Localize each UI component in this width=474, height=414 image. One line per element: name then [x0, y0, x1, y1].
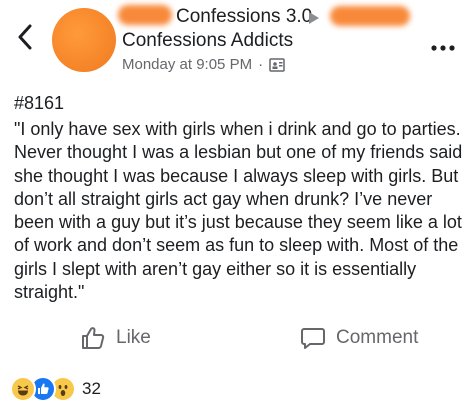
meta-separator: · — [258, 56, 264, 73]
group-audience-icon — [269, 57, 285, 72]
post-meta: Monday at 9:05 PM · — [122, 56, 285, 73]
thumbs-up-icon — [82, 327, 105, 349]
timestamp[interactable]: Monday at 9:05 PM — [122, 56, 252, 73]
comment-bubble-icon — [301, 328, 325, 349]
redacted-name — [118, 5, 172, 25]
comment-button[interactable]: Comment — [300, 320, 418, 356]
post-actions: Like Comment — [0, 320, 474, 356]
post-text: "I only have sex with girls when i drink… — [14, 119, 463, 303]
avatar[interactable] — [52, 8, 116, 72]
haha-icon — [10, 376, 36, 402]
page-name[interactable]: Confessions Addicts — [122, 30, 293, 52]
reaction-count: 32 — [82, 379, 101, 398]
more-dots-icon — [431, 45, 455, 51]
redacted-name — [330, 6, 410, 26]
chevron-left-icon — [18, 24, 32, 50]
like-button[interactable]: Like — [80, 320, 151, 356]
comment-label: Comment — [336, 327, 419, 348]
group-name[interactable]: Confessions 3.0 — [176, 6, 312, 28]
more-options-button[interactable] — [430, 32, 456, 58]
post-number: #8161 — [14, 93, 65, 113]
back-button[interactable] — [10, 22, 40, 52]
like-label: Like — [116, 327, 151, 348]
triangle-right-icon — [309, 12, 319, 24]
reactions-summary[interactable]: 32 — [10, 376, 101, 402]
